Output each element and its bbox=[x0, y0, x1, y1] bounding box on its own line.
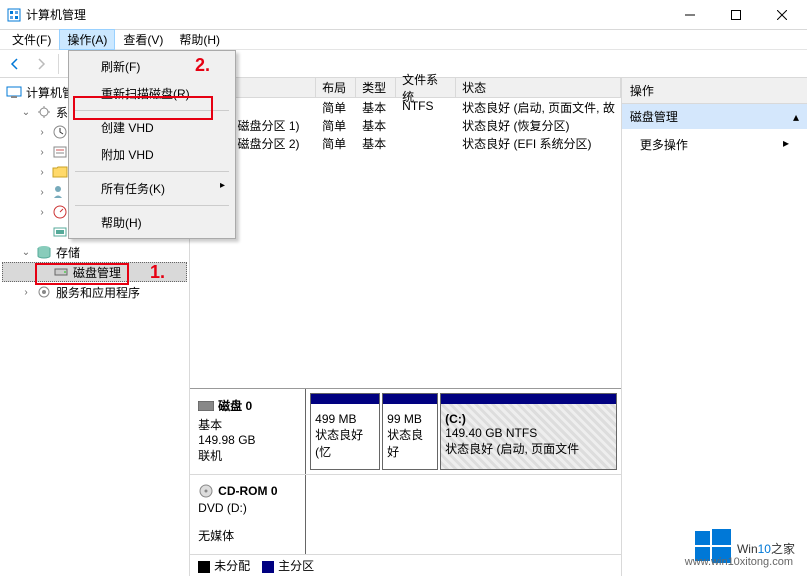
dropdown-all-tasks[interactable]: 所有任务(K)▸ bbox=[71, 175, 233, 202]
app-icon bbox=[6, 7, 22, 23]
more-actions[interactable]: 更多操作 ▸ bbox=[622, 130, 807, 159]
menu-file[interactable]: 文件(F) bbox=[4, 29, 59, 50]
submenu-arrow-icon: ▸ bbox=[220, 180, 225, 191]
expand-icon[interactable]: ⌄ bbox=[20, 107, 32, 118]
users-icon bbox=[52, 184, 68, 200]
dropdown-create-vhd[interactable]: 创建 VHD bbox=[71, 114, 233, 141]
collapse-icon: ▴ bbox=[793, 110, 799, 124]
cdrom-row[interactable]: CD-ROM 0 DVD (D:) 无媒体 bbox=[190, 475, 621, 554]
disk-icon bbox=[53, 264, 69, 280]
partition[interactable]: 99 MB状态良好 bbox=[382, 393, 438, 470]
tree-label: 存储 bbox=[56, 244, 80, 261]
cdrom-icon bbox=[198, 483, 214, 499]
actions-header: 操作 bbox=[622, 78, 807, 104]
dropdown-attach-vhd[interactable]: 附加 VHD bbox=[71, 141, 233, 168]
titlebar: 计算机管理 bbox=[0, 0, 807, 30]
volume-row[interactable]: (磁盘 0 磁盘分区 2) 简单 基本 状态良好 (EFI 系统分区) bbox=[190, 134, 621, 152]
col-fs[interactable]: 文件系统 bbox=[396, 78, 456, 97]
col-status[interactable]: 状态 bbox=[456, 78, 621, 97]
actions-panel: 操作 磁盘管理 ▴ 更多操作 ▸ bbox=[622, 78, 807, 576]
clock-icon bbox=[52, 124, 68, 140]
close-button[interactable] bbox=[759, 0, 805, 30]
disk-info: 磁盘 0 基本 149.98 GB 联机 bbox=[190, 389, 306, 474]
computer-icon bbox=[6, 84, 22, 100]
maximize-button[interactable] bbox=[713, 0, 759, 30]
expand-icon[interactable]: › bbox=[36, 127, 48, 138]
back-button[interactable] bbox=[4, 53, 26, 75]
storage-icon bbox=[36, 244, 52, 260]
tree-storage[interactable]: ⌄ 存储 bbox=[2, 242, 187, 262]
expand-icon[interactable]: › bbox=[20, 287, 32, 298]
volume-row[interactable]: (磁盘 0 磁盘分区 1) 简单 基本 状态良好 (恢复分区) bbox=[190, 116, 621, 134]
action-dropdown: 刷新(F) 重新扫描磁盘(R) 创建 VHD 附加 VHD 所有任务(K)▸ 帮… bbox=[68, 50, 236, 239]
disk-graphical-view: 磁盘 0 基本 149.98 GB 联机 499 MB状态良好 (忆 99 MB… bbox=[190, 388, 621, 554]
disk-row[interactable]: 磁盘 0 基本 149.98 GB 联机 499 MB状态良好 (忆 99 MB… bbox=[190, 389, 621, 475]
forward-button[interactable] bbox=[30, 53, 52, 75]
volume-row[interactable]: (C:) 简单 基本 NTFS 状态良好 (启动, 页面文件, 故 bbox=[190, 98, 621, 116]
watermark: Win10之家 www.win10xitong.com bbox=[695, 528, 795, 564]
folder-icon bbox=[52, 164, 68, 180]
dropdown-refresh[interactable]: 刷新(F) bbox=[71, 53, 233, 80]
dropdown-rescan[interactable]: 重新扫描磁盘(R) bbox=[71, 80, 233, 107]
hdd-icon bbox=[198, 401, 214, 411]
volume-list: (C:) 简单 基本 NTFS 状态良好 (启动, 页面文件, 故 (磁盘 0 … bbox=[190, 98, 621, 388]
partition-active[interactable]: (C:)149.40 GB NTFS状态良好 (启动, 页面文件 bbox=[440, 393, 617, 470]
tree-services[interactable]: › 服务和应用程序 bbox=[2, 282, 187, 302]
legend: 未分配 主分区 bbox=[190, 554, 621, 576]
expand-icon[interactable]: ⌄ bbox=[20, 247, 32, 258]
partition[interactable]: 499 MB状态良好 (忆 bbox=[310, 393, 380, 470]
content-panel: 卷 布局 类型 文件系统 状态 (C:) 简单 基本 NTFS 状态良好 (启动… bbox=[190, 78, 622, 576]
expand-icon[interactable]: › bbox=[36, 167, 48, 178]
col-layout[interactable]: 布局 bbox=[316, 78, 356, 97]
expand-icon[interactable]: › bbox=[36, 147, 48, 158]
menu-view[interactable]: 查看(V) bbox=[115, 29, 171, 50]
dropdown-help[interactable]: 帮助(H) bbox=[71, 209, 233, 236]
minimize-button[interactable] bbox=[667, 0, 713, 30]
menubar: 文件(F) 操作(A) 查看(V) 帮助(H) bbox=[0, 30, 807, 50]
perf-icon bbox=[52, 204, 68, 220]
tools-icon bbox=[36, 104, 52, 120]
window-title: 计算机管理 bbox=[26, 6, 667, 23]
device-icon bbox=[52, 224, 68, 240]
expand-icon[interactable]: › bbox=[36, 187, 48, 198]
tree-diskmgmt[interactable]: 磁盘管理 bbox=[2, 262, 187, 282]
expand-icon[interactable]: › bbox=[36, 207, 48, 218]
submenu-arrow-icon: ▸ bbox=[783, 136, 789, 153]
event-icon bbox=[52, 144, 68, 160]
tree-label: 服务和应用程序 bbox=[56, 284, 140, 301]
cdrom-info: CD-ROM 0 DVD (D:) 无媒体 bbox=[190, 475, 306, 554]
col-type[interactable]: 类型 bbox=[356, 78, 396, 97]
menu-help[interactable]: 帮助(H) bbox=[171, 29, 228, 50]
tree-label: 磁盘管理 bbox=[73, 264, 121, 281]
services-icon bbox=[36, 284, 52, 300]
actions-section[interactable]: 磁盘管理 ▴ bbox=[622, 104, 807, 130]
volume-header: 卷 布局 类型 文件系统 状态 bbox=[190, 78, 621, 98]
menu-action[interactable]: 操作(A) bbox=[59, 29, 115, 50]
